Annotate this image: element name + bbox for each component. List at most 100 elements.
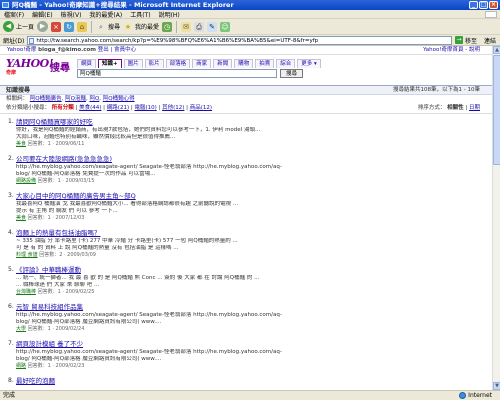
result-title-link[interactable]: 網頁設計模組 養了不少 xyxy=(16,340,478,349)
result-info: 回答數：1 · 2009/03/15 xyxy=(37,178,95,184)
address-input[interactable]: http://tw.search.yahoo.com/search/kp?p=%… xyxy=(27,35,452,45)
result-number: 2. xyxy=(8,155,14,162)
result-number: 4. xyxy=(8,229,14,236)
scroll-thumb[interactable] xyxy=(493,55,500,165)
related-term[interactable]: 阿Q桶麵心得 xyxy=(103,96,135,102)
vertical-scrollbar[interactable]: ▲ ▼ xyxy=(492,46,500,390)
filter-item[interactable]: 網路(21) xyxy=(107,105,129,111)
menu-bar: 檔案(F) 編輯(E) 檢視(V) 我的最愛(A) 工具(T) 說明(H) xyxy=(0,10,500,19)
result-category[interactable]: 網路設備 xyxy=(16,178,36,184)
search-submit-button[interactable]: 搜尋 xyxy=(280,69,304,78)
result-title-link[interactable]: 元智 貿易科技組作品集 xyxy=(16,303,478,312)
search-label: 搜尋 xyxy=(108,24,121,31)
filter-item[interactable]: 美食(44) xyxy=(79,105,101,111)
result-category[interactable]: 料理 食譜 xyxy=(16,252,38,258)
forward-button[interactable]: ▶ xyxy=(37,21,49,32)
result-category[interactable]: 台灣職棒 xyxy=(16,289,36,295)
result-meta: 台灣職棒 回答數：1 · 2009/02/25 xyxy=(16,289,478,296)
home-help-links[interactable]: Yahoo!奇摩首頁 - 說明 xyxy=(423,46,480,55)
related-term[interactable]: 阿Q泡麵 xyxy=(65,96,86,102)
tab-all[interactable]: 綜合 xyxy=(276,59,296,68)
tab-web[interactable]: 網頁 xyxy=(77,59,97,68)
menu-file[interactable]: 檔案(F) xyxy=(4,10,24,19)
toolbar-separator xyxy=(176,20,178,33)
result-number: 1. xyxy=(8,118,14,125)
result-category[interactable]: 美食 xyxy=(16,215,26,221)
result-snippet: http://he.myblog.yahoo.com/seagate-agent… xyxy=(16,312,282,318)
favorites-label: 我的最愛 xyxy=(135,24,160,31)
messenger-icon[interactable]: ☺ xyxy=(220,21,231,32)
result-category[interactable]: 網路 xyxy=(16,363,26,369)
close-button[interactable]: × xyxy=(489,1,498,9)
back-button[interactable]: ◀ 上一頁 xyxy=(3,21,34,32)
tab-auction[interactable]: 拍賣 xyxy=(255,59,275,68)
result-item: 5. 《評論》中華職棒運動 ... 統一、統一獅者... 我 最 喜 歡 的 是… xyxy=(8,266,478,299)
search-button[interactable]: ⌕ 搜尋 xyxy=(96,22,120,32)
tab-shopping[interactable]: 購物 xyxy=(234,59,254,68)
status-bar: 完成 Internet xyxy=(0,390,500,400)
maximize-button[interactable]: □ xyxy=(479,1,488,9)
tab-knowledge[interactable]: 知識+ xyxy=(98,59,122,68)
yahoo-search-word: 搜尋 xyxy=(50,63,70,74)
history-icon[interactable]: ◷ xyxy=(162,21,173,32)
result-number: 7. xyxy=(8,340,14,347)
result-item: 1. 請問阿Q桶麵買哪家的好吃 你好，我是阿Q桶麵的經銷商，有出現7款包括，她們… xyxy=(8,118,478,151)
menu-tools[interactable]: 工具(T) xyxy=(130,10,150,19)
favorites-button[interactable]: ★ 我的最愛 xyxy=(123,22,159,32)
filter-item[interactable]: 其他(12) xyxy=(162,105,184,111)
result-title-link[interactable]: 大家心目中的阿Q桶麵的廣告男主角~部Q xyxy=(16,192,478,201)
category-filter: 依分類縮小搜尋： 所有分類 | 美食(44) | 網路(21) | 電腦(10)… xyxy=(0,104,492,114)
result-title-link[interactable]: 《評論》中華職棒運動 xyxy=(16,266,478,275)
sort-date[interactable]: 日期 xyxy=(469,105,480,111)
browser-toolbar: ◀ 上一頁 ▶ × ↻ ⌂ ⌕ 搜尋 ★ 我的最愛 ◷ ✉ ⎙ ✎ ☺ xyxy=(0,19,500,35)
user-links[interactable]: 登出 | 會員中心 xyxy=(98,47,136,53)
tab-more[interactable]: 更多 ▾ xyxy=(297,59,321,68)
result-snippet-2: blog/ 阿Q桶麵-阿Q部落格 魔豆網路資訊有限公司( www.... xyxy=(16,356,162,362)
tab-video[interactable]: 影片 xyxy=(144,59,164,68)
result-title-link[interactable]: 泡麵上的熱量有包括油脂嗎？ xyxy=(16,229,478,238)
menu-view[interactable]: 檢視(V) xyxy=(61,10,82,19)
minimize-button[interactable]: _ xyxy=(469,1,478,9)
go-button[interactable]: → 移至 xyxy=(454,36,481,45)
result-title-link[interactable]: 請問阿Q桶麵買哪家的好吃 xyxy=(16,118,478,127)
scroll-down-icon[interactable]: ▼ xyxy=(493,382,500,390)
mail-icon[interactable]: ✉ xyxy=(181,21,192,32)
menu-favorites[interactable]: 我的最愛(A) xyxy=(89,10,122,19)
links-label[interactable]: 連結 xyxy=(484,36,500,45)
refresh-icon[interactable]: ↻ xyxy=(64,21,75,32)
menu-edit[interactable]: 編輯(E) xyxy=(32,10,52,19)
result-category[interactable]: 大學 xyxy=(16,326,26,332)
search-icon: ⌕ xyxy=(99,22,103,31)
result-title-link[interactable]: 最好吃的泡麵 xyxy=(16,377,478,386)
search-input[interactable]: 阿Q桶麵 xyxy=(77,69,277,78)
security-zone: Internet xyxy=(459,391,492,400)
filter-item[interactable]: 電腦(10) xyxy=(134,105,156,111)
tab-local[interactable]: 商家 xyxy=(192,59,212,68)
related-term[interactable]: 阿Q桶麵廣告 xyxy=(30,96,62,102)
result-category[interactable]: 美食 xyxy=(16,141,26,147)
home-icon[interactable]: ⌂ xyxy=(77,21,88,32)
star-icon: ★ xyxy=(124,22,132,31)
filter-label: 依分類縮小搜尋： xyxy=(6,105,51,111)
sort-label: 排序方式： xyxy=(417,105,446,111)
tab-news[interactable]: 新聞 xyxy=(213,59,233,68)
result-item: 7. 網頁設計模組 養了不少 http://he.myblog.yahoo.co… xyxy=(8,340,478,373)
result-count: 搜尋結果共108筆，以下為1 - 10筆 xyxy=(393,87,480,93)
edit-icon[interactable]: ✎ xyxy=(207,21,218,32)
result-snippet-2: ... 職棒球迷 們 大家 來 聊聊 吧 ... xyxy=(16,282,100,288)
filter-item[interactable]: 商品(12) xyxy=(190,105,212,111)
result-title-link[interactable]: 公司要在大陸設網路(急急急急急) xyxy=(16,155,478,164)
stop-icon[interactable]: × xyxy=(51,21,62,32)
related-term[interactable]: 阿Q xyxy=(89,96,99,102)
tab-blog[interactable]: 部落格 xyxy=(165,59,191,68)
menu-help[interactable]: 說明(H) xyxy=(159,10,180,19)
zone-label: Internet xyxy=(468,392,492,399)
scroll-up-icon[interactable]: ▲ xyxy=(493,46,500,54)
yahoo-kimo-link[interactable]: Yahoo!奇摩 xyxy=(7,47,36,53)
tab-images[interactable]: 圖片 xyxy=(123,59,143,68)
knowledge-bar: 知識搜尋 搜尋結果共108筆，以下為1 - 10筆 xyxy=(0,85,492,95)
yahoo-logo[interactable]: YAHOO! 奇摩 搜尋 xyxy=(6,57,74,77)
print-icon[interactable]: ⎙ xyxy=(194,21,205,32)
result-info: 回答數：1 · 2009/02/25 xyxy=(37,289,95,295)
result-meta: 美食 回答數：1 · 2007/12/03 xyxy=(16,215,478,222)
